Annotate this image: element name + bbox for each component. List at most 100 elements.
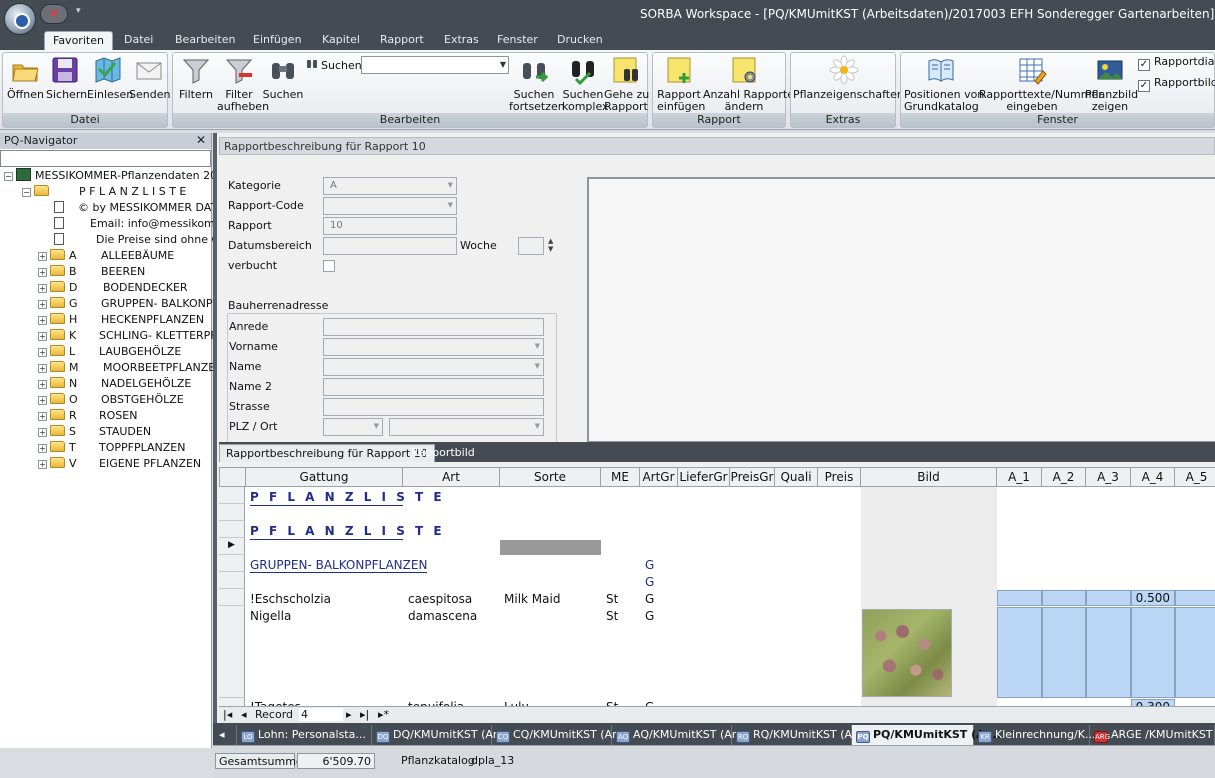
insert-report-button[interactable]: Rapport einfügen: [657, 55, 705, 113]
tab-kapitel[interactable]: Kapitel: [314, 31, 368, 50]
search-button[interactable]: Suchen: [262, 55, 304, 101]
tree-folder-o[interactable]: + O OBSTGEHÖLZE: [38, 392, 184, 408]
change-report-count-button[interactable]: Anzahl Rapporte ändern: [703, 55, 794, 113]
expand-icon[interactable]: +: [38, 316, 47, 325]
column-header-a5[interactable]: A_5: [1175, 467, 1215, 487]
cell-a1[interactable]: [997, 590, 1042, 606]
tree-folder-a[interactable]: + A ALLEEBÄUME: [38, 248, 174, 264]
close-icon[interactable]: ✕: [196, 133, 206, 147]
goto-report-button[interactable]: Gehe zu Rapport: [604, 55, 649, 113]
tree-folder-t[interactable]: + T TOPPFPLANZEN: [38, 440, 185, 456]
tab-extras[interactable]: Extras: [436, 31, 487, 50]
send-button[interactable]: Senden: [129, 55, 170, 101]
new-record-icon[interactable]: ▸*: [378, 708, 389, 721]
category-select[interactable]: A ▼: [323, 177, 457, 195]
window-tab-lohn[interactable]: LO Lohn: Personalsta...: [237, 725, 372, 745]
cell-a1[interactable]: [997, 607, 1042, 698]
tree-node-pflanzliste[interactable]: − P F L A N Z L I S T E: [22, 184, 186, 200]
subtab-report-description[interactable]: Rapportbeschreibung für Rapport 10: [219, 444, 435, 462]
spin-down-icon[interactable]: ▼: [548, 245, 553, 253]
expand-icon[interactable]: +: [38, 380, 47, 389]
report-dialog-checkbox[interactable]: ✓Rapportdialog: [1138, 55, 1215, 71]
tree-folder-k[interactable]: + K SCHLING- KLETTERPFL: [38, 328, 223, 344]
cell-sorte[interactable]: Milk Maid: [504, 592, 560, 606]
open-button[interactable]: Öffnen: [7, 55, 44, 101]
expand-icon[interactable]: +: [38, 412, 47, 421]
column-header-a4[interactable]: A_4: [1131, 467, 1175, 487]
window-tab-aq[interactable]: AQ AQ/KMUmitKST (Ar...: [612, 725, 746, 745]
tree-folder-l[interactable]: + L LAUBGEHÖLZE: [38, 344, 181, 360]
column-header-me[interactable]: ME: [601, 467, 640, 487]
continue-search-button[interactable]: Suchen fortsetzen: [509, 55, 565, 113]
row-selector[interactable]: [219, 504, 245, 521]
cell-artgr[interactable]: G: [645, 609, 654, 623]
week-spinner[interactable]: ▲ ▼: [548, 237, 553, 253]
report-number-field[interactable]: 10: [323, 217, 457, 235]
plant-thumbnail[interactable]: [862, 609, 952, 697]
date-range-field[interactable]: [323, 237, 457, 255]
cell-artgr[interactable]: G: [645, 592, 654, 606]
cell-gattung[interactable]: !Eschscholzia: [250, 592, 331, 606]
record-number-field[interactable]: 4: [299, 708, 343, 721]
salutation-field[interactable]: [323, 318, 544, 336]
city-select[interactable]: ▼: [389, 418, 544, 436]
cell-me[interactable]: St: [606, 609, 618, 623]
tree-folder-n[interactable]: + N NADELGEHÖLZE: [38, 376, 191, 392]
column-header-preisgr[interactable]: PreisGr: [730, 467, 775, 487]
first-record-icon[interactable]: |◂: [223, 708, 232, 721]
cell-a5[interactable]: [1175, 590, 1215, 606]
row-selector[interactable]: [219, 572, 245, 589]
tab-rapport[interactable]: Rapport: [372, 31, 432, 50]
expand-icon[interactable]: +: [38, 252, 47, 261]
column-header-artgr[interactable]: ArtGr: [640, 467, 678, 487]
cell-a4[interactable]: [1131, 607, 1175, 698]
tree-folder-d[interactable]: + D BODENDECKER: [38, 280, 188, 296]
row-selector[interactable]: [219, 555, 245, 572]
tab-datei[interactable]: Datei: [116, 31, 161, 50]
row-selector-current[interactable]: ▶: [219, 538, 245, 555]
filter-button[interactable]: Filtern: [176, 55, 216, 101]
collapse-icon[interactable]: −: [22, 188, 31, 197]
expand-icon[interactable]: +: [38, 348, 47, 357]
window-tab-kr[interactable]: KR Kleinrechnung/K...: [974, 725, 1095, 745]
search-combobox[interactable]: ▼: [361, 56, 509, 74]
week-field[interactable]: [518, 237, 544, 255]
close-icon[interactable]: ✕: [40, 4, 68, 24]
tree-doc[interactable]: Email: info@messikom: [54, 216, 215, 232]
column-header-bild[interactable]: Bild: [861, 467, 997, 487]
subtab-report-picture[interactable]: Rapportbild: [405, 444, 481, 462]
expand-icon[interactable]: +: [38, 428, 47, 437]
scroll-left-icon[interactable]: ◂: [215, 725, 237, 745]
cell-gattung[interactable]: Nigella: [250, 609, 291, 623]
tree-folder-b[interactable]: + B BEEREN: [38, 264, 145, 280]
group-header[interactable]: GRUPPEN- BALKONPFLANZEN: [250, 558, 428, 573]
name2-field[interactable]: [323, 378, 544, 396]
cell-me[interactable]: St: [606, 592, 618, 606]
expand-icon[interactable]: +: [38, 284, 47, 293]
cell-a2[interactable]: [1042, 590, 1086, 606]
window-tab-dq[interactable]: DQ DQ/KMUmitKST (Ar...: [372, 725, 507, 745]
tab-bearbeiten[interactable]: Bearbeiten: [167, 31, 243, 50]
next-record-icon[interactable]: ▸: [346, 708, 352, 721]
zip-select[interactable]: ▼: [323, 418, 383, 436]
street-field[interactable]: [323, 398, 544, 416]
window-tab-rq[interactable]: RQ RQ/KMUmitKST (Ar...: [732, 725, 866, 745]
row-selector[interactable]: [219, 606, 245, 698]
first-name-select[interactable]: ▼: [323, 338, 544, 356]
cell-a3[interactable]: [1086, 590, 1131, 606]
expand-icon[interactable]: +: [38, 444, 47, 453]
cell-a3[interactable]: [1086, 607, 1131, 698]
expand-icon[interactable]: +: [38, 396, 47, 405]
expand-icon[interactable]: +: [38, 332, 47, 341]
selected-cell-highlight[interactable]: [500, 540, 601, 555]
column-header-a3[interactable]: A_3: [1086, 467, 1131, 487]
spin-up-icon[interactable]: ▲: [548, 237, 553, 245]
tree-root[interactable]: − MESSIKOMMER-Pflanzendaten 2013: [4, 168, 231, 184]
save-button[interactable]: Sichern: [46, 55, 87, 101]
tree-doc[interactable]: Die Preise sind ohne Ge: [54, 232, 227, 248]
cell-a5[interactable]: [1175, 607, 1215, 698]
expand-icon[interactable]: +: [38, 268, 47, 277]
column-header-liefergr[interactable]: LieferGr: [678, 467, 730, 487]
import-button[interactable]: Einlesen: [87, 55, 133, 101]
row-selector[interactable]: [219, 487, 245, 504]
